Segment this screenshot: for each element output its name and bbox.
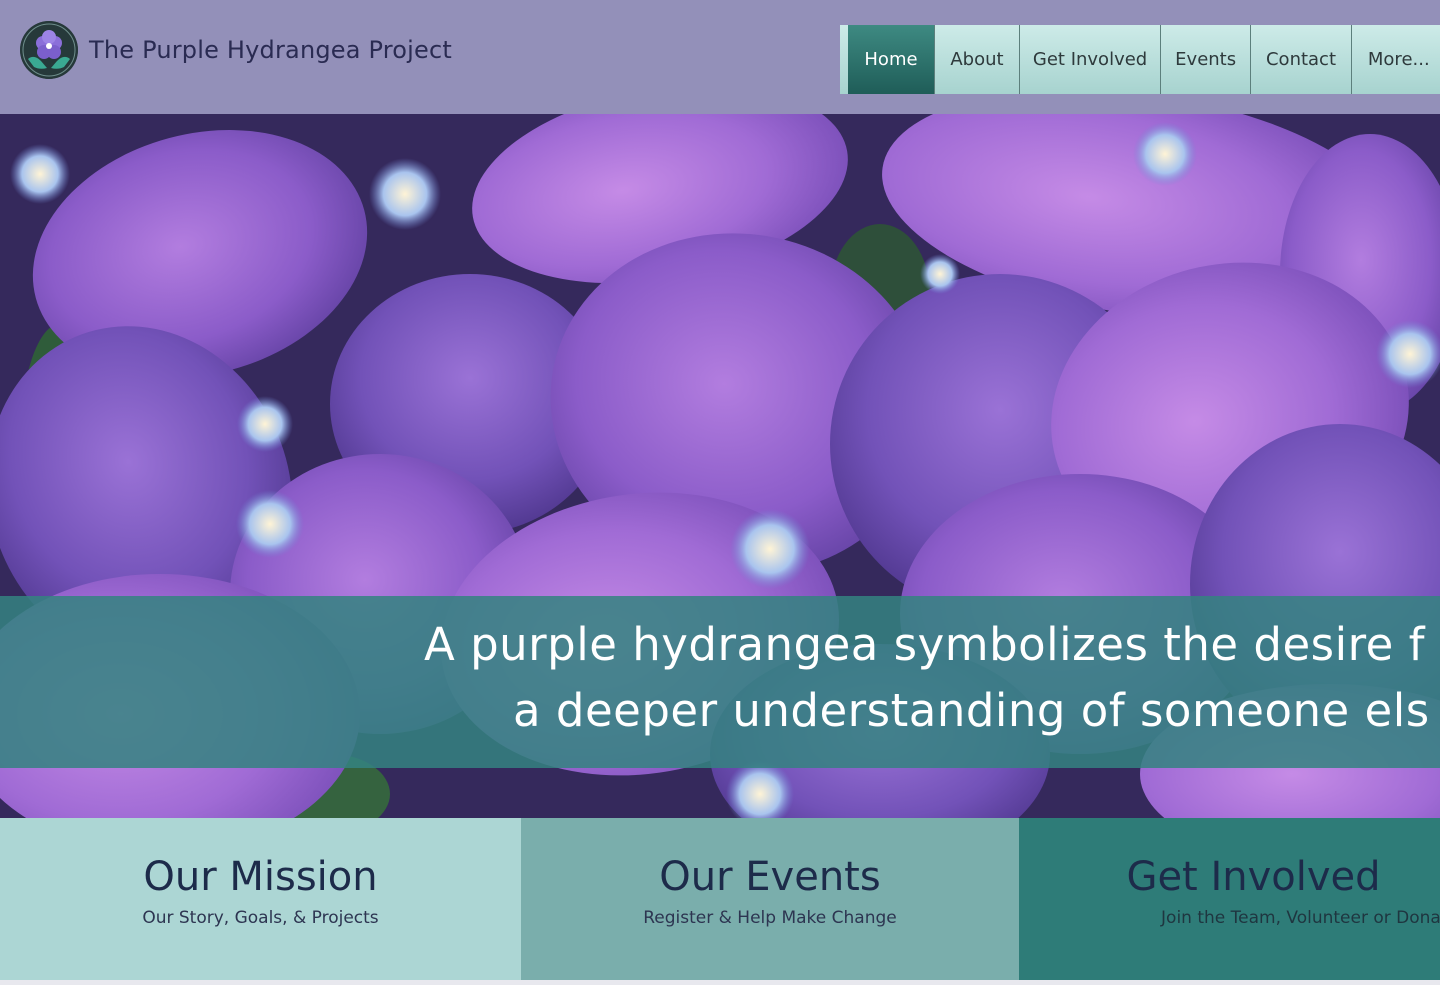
page-bottom-strip xyxy=(0,980,1440,985)
hero-quote-line-2: a deeper understanding of someone els xyxy=(513,684,1430,737)
nav-item-get-involved[interactable]: Get Involved xyxy=(1018,25,1160,94)
panel-our-events[interactable]: Our Events Register & Help Make Change xyxy=(521,818,1019,980)
nav-item-about[interactable]: About xyxy=(933,25,1019,94)
hydrangea-logo-icon[interactable] xyxy=(20,21,78,79)
nav-item-home[interactable]: Home xyxy=(848,25,934,94)
nav-item-contact[interactable]: Contact xyxy=(1250,25,1351,94)
hero-section: A purple hydrangea symbolizes the desire… xyxy=(0,114,1440,818)
main-nav: Home About Get Involved Events Contact M… xyxy=(840,25,1440,94)
panel-our-mission[interactable]: Our Mission Our Story, Goals, & Projects xyxy=(0,818,521,980)
feature-panels: Our Mission Our Story, Goals, & Projects… xyxy=(0,818,1440,980)
panel-subtitle: Join the Team, Volunteer or Donate xyxy=(1161,908,1440,928)
panel-subtitle: Register & Help Make Change xyxy=(643,908,897,928)
panel-get-involved[interactable]: Get Involved Join the Team, Volunteer or… xyxy=(1019,818,1440,980)
panel-title: Get Involved xyxy=(1126,854,1381,900)
nav-item-events[interactable]: Events xyxy=(1160,25,1250,94)
nav-item-more[interactable]: More... xyxy=(1350,25,1440,94)
site-title[interactable]: The Purple Hydrangea Project xyxy=(89,36,452,64)
hero-quote-banner: A purple hydrangea symbolizes the desire… xyxy=(0,596,1440,768)
panel-title: Our Mission xyxy=(143,854,378,900)
panel-title: Our Events xyxy=(659,854,881,900)
panel-subtitle: Our Story, Goals, & Projects xyxy=(142,908,379,928)
hero-quote-line-1: A purple hydrangea symbolizes the desire… xyxy=(424,618,1425,671)
site-header: The Purple Hydrangea Project Home About … xyxy=(0,0,1440,114)
